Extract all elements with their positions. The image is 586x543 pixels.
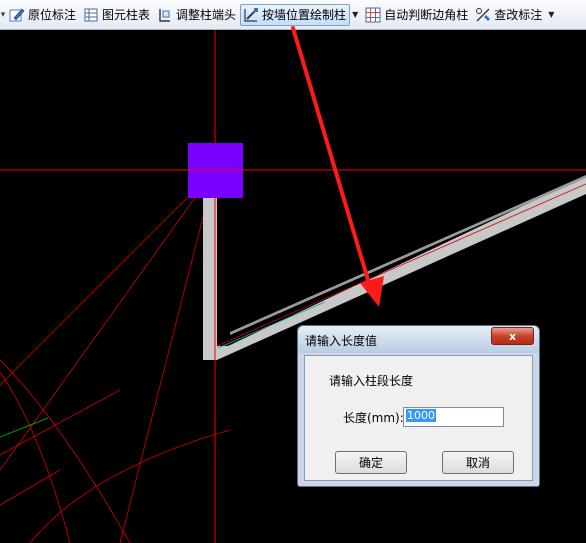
length-input-value: 1000 xyxy=(406,409,436,422)
close-button[interactable]: x xyxy=(491,327,534,345)
pencil-grid-icon xyxy=(9,8,25,21)
toolbar-button-adjust-column-end[interactable]: 调整柱端头 xyxy=(154,4,240,26)
cancel-button-label: 取消 xyxy=(465,456,490,470)
dialog-prompt: 请输入柱段长度 xyxy=(329,374,414,388)
construction-lines xyxy=(0,169,231,543)
chevron-down-icon[interactable]: ▼ xyxy=(352,10,358,19)
dialog-titlebar[interactable]: 请输入长度值 x xyxy=(298,326,539,353)
draw-column-icon xyxy=(244,7,259,22)
dialog-body: 请输入柱段长度 长度(mm): 1000 确定 取消 xyxy=(304,355,533,481)
toolbar: ▾ 原位标注 图元柱表 调整柱端头 按墙位置绘制柱 ▼ 自动判断边角柱 查改标注… xyxy=(0,0,586,30)
cancel-button[interactable]: 取消 xyxy=(442,451,514,474)
toolbar-label: 图元柱表 xyxy=(102,8,151,22)
chevron-down-icon[interactable]: ▼ xyxy=(548,10,554,19)
wall-inner xyxy=(230,175,586,335)
ok-button-label: 确定 xyxy=(358,456,383,470)
length-label: 长度(mm): xyxy=(343,411,404,425)
toolbar-label: 调整柱端头 xyxy=(176,8,237,22)
wall-centerline xyxy=(216,183,586,347)
toolbar-button-original-annotation[interactable]: 原位标注 xyxy=(6,4,80,26)
edit-annotation-icon xyxy=(476,7,491,21)
toolbar-button-edit-annotation[interactable]: 查改标注 xyxy=(472,4,546,26)
column-end-icon xyxy=(159,8,171,22)
close-icon: x xyxy=(508,329,517,343)
dialog-title: 请输入长度值 xyxy=(305,334,378,348)
ok-button[interactable]: 确定 xyxy=(335,451,407,474)
toolbar-label: 按墙位置绘制柱 xyxy=(262,8,347,22)
length-input-dialog: 请输入长度值 x 请输入柱段长度 长度(mm): 1000 确定 取消 xyxy=(297,325,540,487)
toolbar-label: 自动判断边角柱 xyxy=(384,8,469,22)
table-icon xyxy=(84,8,98,21)
green-axis-line xyxy=(0,417,49,438)
length-input[interactable]: 1000 xyxy=(403,407,504,427)
toolbar-button-draw-column-by-wall[interactable]: 按墙位置绘制柱 xyxy=(240,3,351,26)
grid-icon xyxy=(365,7,381,22)
toolbar-label: 原位标注 xyxy=(28,8,77,22)
toolbar-button-element-column-table[interactable]: 图元柱表 xyxy=(80,4,154,26)
toolbar-label: 查改标注 xyxy=(494,8,543,22)
toolbar-button-auto-corner-column[interactable]: 自动判断边角柱 xyxy=(362,4,472,26)
